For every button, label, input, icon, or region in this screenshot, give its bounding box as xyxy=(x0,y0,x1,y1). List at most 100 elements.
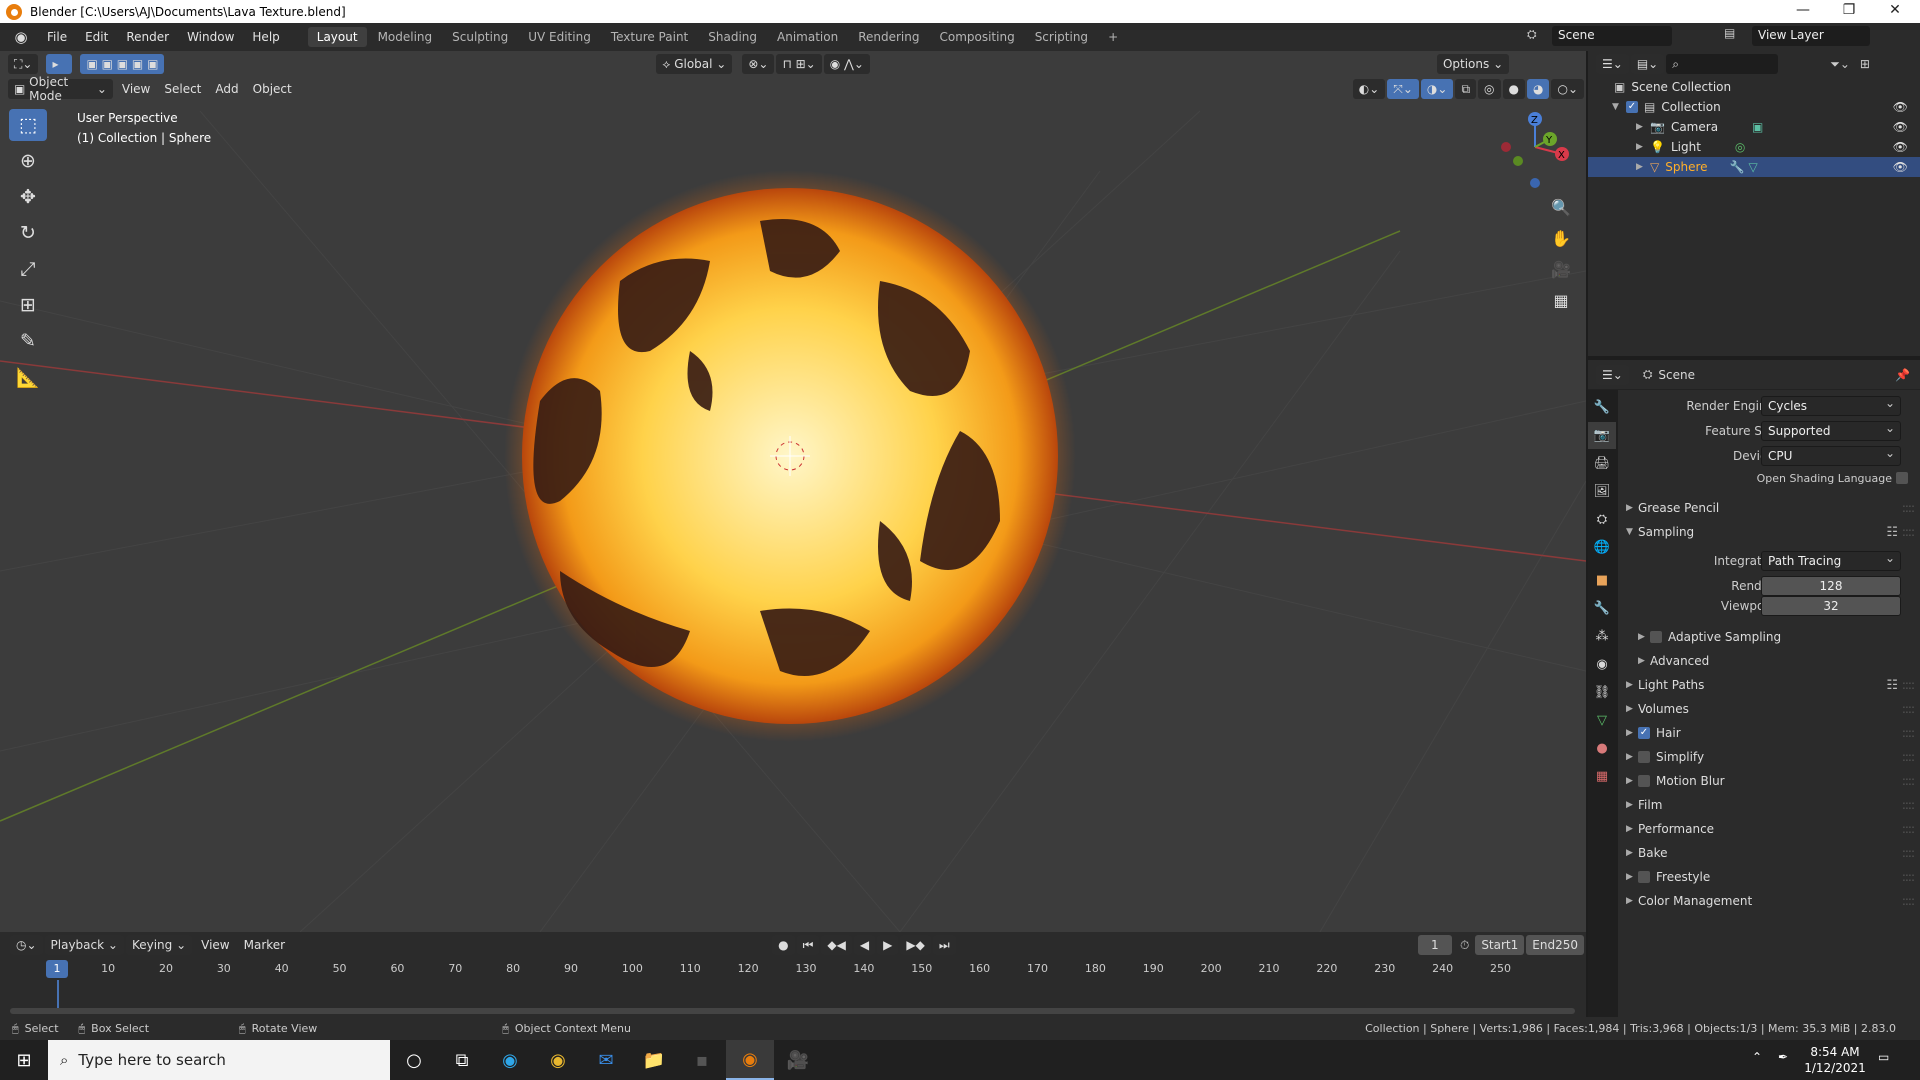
rotate-tool-icon[interactable]: ↻ xyxy=(9,217,47,249)
jump-start-icon[interactable]: ⏮ xyxy=(796,935,820,955)
pinned-app-icon[interactable]: ▪ xyxy=(678,1040,726,1080)
jump-end-icon[interactable]: ⏭ xyxy=(932,935,956,955)
expand-light-icon[interactable]: ▶ xyxy=(1636,142,1650,152)
xray-icon[interactable]: ⧉ xyxy=(1455,79,1477,99)
drag-handle-icon[interactable]: :::: xyxy=(1902,798,1915,812)
filter-icon[interactable]: ⏷⌄ xyxy=(1830,57,1850,72)
windows-start-icon[interactable]: ⊞ xyxy=(0,1040,48,1080)
mesh-data-icon[interactable]: ▽ xyxy=(1748,160,1757,174)
select-box-tool-icon[interactable]: ⬚ xyxy=(9,109,47,141)
timeline-menu-marker[interactable]: Marker xyxy=(237,938,292,952)
view-layer-tab-icon[interactable]: 🖼 xyxy=(1588,478,1616,505)
scene-selector[interactable]: Scene xyxy=(1552,26,1672,46)
blender-menu-icon[interactable]: ◉ xyxy=(10,28,32,46)
adaptive-sampling-checkbox[interactable] xyxy=(1650,631,1662,643)
measure-tool-icon[interactable]: 📐 xyxy=(9,361,47,393)
outliner-editor-type-icon[interactable]: ☰⌄ xyxy=(1596,54,1629,74)
simplify-section[interactable]: ▶ Simplify :::: xyxy=(1618,746,1920,768)
taskbar-clock[interactable]: 8:54 AM 1/12/2021 xyxy=(1800,1044,1870,1076)
tab-animation[interactable]: Animation xyxy=(768,27,847,47)
tab-modeling[interactable]: Modeling xyxy=(369,27,442,47)
physics-tab-icon[interactable]: ◉ xyxy=(1588,651,1616,678)
expand-sphere-icon[interactable]: ▶ xyxy=(1636,162,1650,172)
collection-checkbox[interactable]: ✓ xyxy=(1626,101,1638,113)
outliner-collection[interactable]: ▼ ✓ ▤ Collection 👁 xyxy=(1588,97,1920,117)
drag-handle-icon[interactable]: :::: xyxy=(1902,894,1915,908)
selection-mode-set-icon[interactable]: ▣ ▣ ▣ ▣ ▣ xyxy=(80,54,165,74)
drag-handle-icon[interactable]: :::: xyxy=(1902,678,1915,692)
data-tab-icon[interactable]: ▽ xyxy=(1588,707,1616,734)
pen-icon[interactable]: ✒ xyxy=(1778,1050,1788,1064)
integrator-dropdown[interactable]: Path Tracing xyxy=(1761,549,1901,571)
render-tab-icon[interactable]: 📷 xyxy=(1588,422,1616,449)
transform-orientation-dropdown[interactable]: ⟡ Global ⌄ xyxy=(656,54,733,74)
proportional-editing-icon[interactable]: ◉ ⋀⌄ xyxy=(823,54,870,74)
particles-tab-icon[interactable]: ⁂ xyxy=(1588,623,1616,650)
editor-type-icon[interactable]: ⛶⌄ xyxy=(8,54,39,74)
light-paths-section[interactable]: ▶ Light Paths ☷ :::: xyxy=(1618,674,1920,696)
performance-section[interactable]: ▶ Performance :::: xyxy=(1618,818,1920,840)
drag-handle-icon[interactable]: :::: xyxy=(1902,726,1915,740)
motion-blur-checkbox[interactable] xyxy=(1638,775,1650,787)
drag-handle-icon[interactable]: :::: xyxy=(1902,750,1915,764)
world-tab-icon[interactable]: 🌐 xyxy=(1588,534,1616,561)
minimize-icon[interactable]: — xyxy=(1780,0,1826,23)
snap-icon[interactable]: ⊓ ⊞⌄ xyxy=(776,54,822,74)
move-tool-icon[interactable]: ✥ xyxy=(9,181,47,213)
outliner-item-light[interactable]: ▶ 💡 Light ◎ 👁 xyxy=(1588,137,1920,157)
bake-section[interactable]: ▶ Bake :::: xyxy=(1618,842,1920,864)
object-mode-dropdown[interactable]: ▣ Object Mode ⌄ xyxy=(8,75,113,103)
light-visibility-eye-icon[interactable]: 👁 xyxy=(1893,140,1908,154)
light-data-icon[interactable]: ◎ xyxy=(1735,140,1745,154)
record-icon[interactable]: ● xyxy=(772,935,795,955)
outliner-item-camera[interactable]: ▶ 📷 Camera ▣ 👁 xyxy=(1588,117,1920,137)
constraints-tab-icon[interactable]: ⛓ xyxy=(1588,679,1616,706)
scene-tab-icon[interactable]: ⛭ xyxy=(1588,506,1616,533)
outliner-scene-collection[interactable]: ▣ Scene Collection xyxy=(1588,77,1920,97)
presets-list-icon[interactable]: ☷ xyxy=(1886,678,1898,693)
freestyle-section[interactable]: ▶ Freestyle :::: xyxy=(1618,866,1920,888)
pivot-point-icon[interactable]: ⊗⌄ xyxy=(742,54,775,74)
pan-hand-icon[interactable]: ✋ xyxy=(1547,224,1575,252)
color-management-section[interactable]: ▶ Color Management :::: xyxy=(1618,890,1920,912)
play-reverse-icon[interactable]: ◀ xyxy=(853,935,876,955)
film-section[interactable]: ▶ Film :::: xyxy=(1618,794,1920,816)
feature-set-dropdown[interactable]: Supported xyxy=(1761,419,1901,441)
prev-keyframe-icon[interactable]: ◆◀ xyxy=(821,935,852,955)
viewport-menu-object[interactable]: Object xyxy=(246,82,299,96)
tab-uv-editing[interactable]: UV Editing xyxy=(519,27,600,47)
drag-handle-icon[interactable]: :::: xyxy=(1902,846,1915,860)
timeline-scrollbar[interactable] xyxy=(10,1008,1575,1014)
device-dropdown[interactable]: CPU xyxy=(1761,444,1901,466)
texture-tab-icon[interactable]: ▦ xyxy=(1588,763,1616,790)
viewport-samples-field[interactable]: 32 xyxy=(1761,596,1901,616)
stopwatch-icon[interactable]: ⏱ xyxy=(1460,938,1469,953)
camera-view-icon[interactable]: 🎥 xyxy=(1547,255,1575,283)
tab-rendering[interactable]: Rendering xyxy=(849,27,928,47)
timeline-editor-type-icon[interactable]: ◷⌄ xyxy=(10,935,43,955)
play-icon[interactable]: ▶ xyxy=(877,935,899,955)
chrome-browser-icon[interactable]: ◉ xyxy=(534,1040,582,1080)
object-tab-icon[interactable]: ■ xyxy=(1588,567,1616,594)
gizmo-toggle-icon[interactable]: ⤧⌄ xyxy=(1387,79,1419,99)
notification-icon[interactable]: ▭ xyxy=(1878,1050,1889,1064)
display-mode-icon[interactable]: ▤⌄ xyxy=(1630,54,1665,74)
start-frame-field[interactable]: Start 1 xyxy=(1475,935,1525,955)
cursor-tool-icon[interactable]: ⊕ xyxy=(9,145,47,177)
viewport-menu-select[interactable]: Select xyxy=(157,82,208,96)
render-samples-field[interactable]: 128 xyxy=(1761,576,1901,596)
output-tab-icon[interactable]: 🖨 xyxy=(1588,450,1616,477)
tab-layout[interactable]: Layout xyxy=(307,27,367,47)
drag-handle-icon[interactable]: :::: xyxy=(1902,822,1915,836)
tool-tab-icon[interactable]: 🔧 xyxy=(1588,394,1616,421)
properties-editor-type-icon[interactable]: ☰⌄ xyxy=(1596,364,1629,385)
tab-sculpting[interactable]: Sculpting xyxy=(443,27,517,47)
zoom-icon[interactable]: 🔍 xyxy=(1547,193,1575,221)
material-tab-icon[interactable]: ● xyxy=(1588,735,1616,762)
menu-file[interactable]: File xyxy=(38,30,76,44)
mail-icon[interactable]: ✉ xyxy=(582,1040,630,1080)
options-dropdown[interactable]: Options ⌄ xyxy=(1436,54,1510,74)
pin-icon[interactable]: 📌 xyxy=(1895,368,1910,382)
outliner-item-sphere[interactable]: ▶ ▽ Sphere 🔧 ▽ 👁 xyxy=(1588,157,1920,177)
add-workspace-icon[interactable]: + xyxy=(1099,27,1127,47)
